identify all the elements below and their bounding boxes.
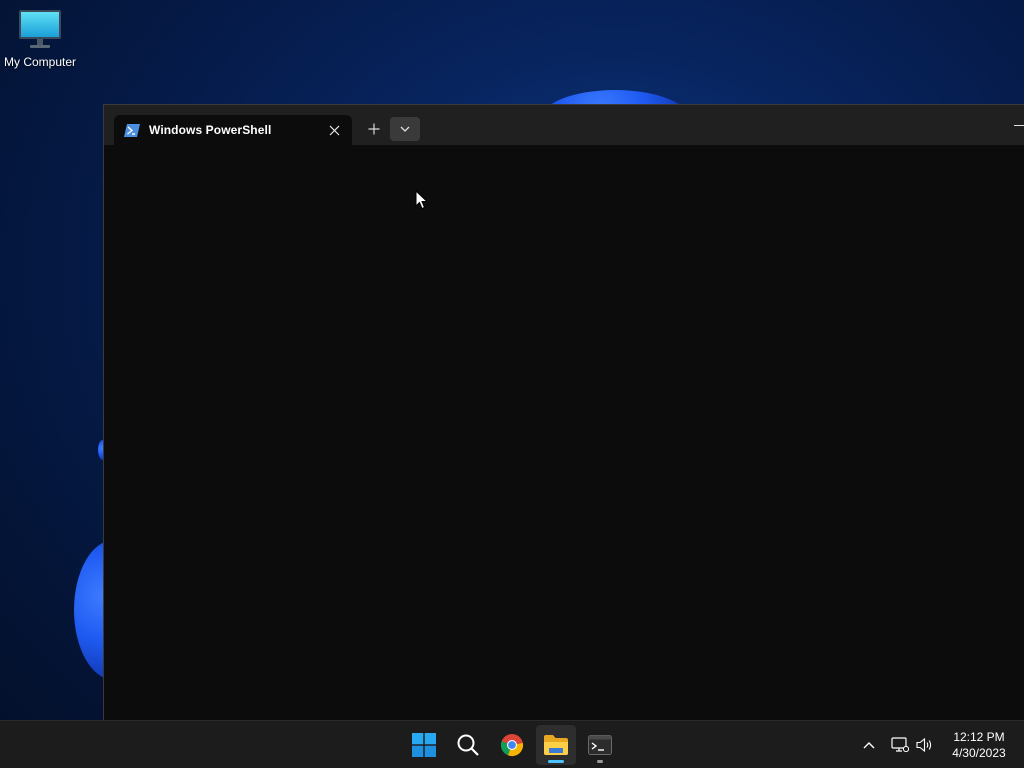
clock-date: 4/30/2023 [952, 746, 1006, 760]
chevron-up-icon [863, 742, 875, 749]
terminal-icon [588, 735, 612, 755]
chevron-down-icon [400, 126, 410, 132]
search-button[interactable] [448, 725, 488, 765]
network-button[interactable] [889, 733, 911, 757]
plus-icon [368, 123, 380, 135]
taskbar: 12:12 PM 4/30/2023 [0, 720, 1024, 768]
search-icon [457, 734, 479, 756]
tab-title: Windows PowerShell [149, 123, 272, 137]
terminal-content[interactable] [104, 145, 1024, 720]
desktop-icon-my-computer[interactable]: My Computer [2, 8, 78, 69]
start-button[interactable] [404, 725, 444, 765]
folder-icon [544, 735, 568, 755]
show-hidden-icons-button[interactable] [858, 733, 880, 757]
running-indicator [597, 760, 603, 763]
desktop-icon-label: My Computer [3, 55, 77, 69]
chrome-button[interactable] [492, 725, 532, 765]
file-explorer-button[interactable] [536, 725, 576, 765]
monitor-icon [19, 10, 61, 48]
active-indicator [548, 760, 564, 763]
chrome-icon [500, 734, 524, 757]
network-icon [891, 737, 909, 753]
powershell-icon [124, 123, 140, 137]
clock-time: 12:12 PM [953, 730, 1005, 744]
clock[interactable]: 12:12 PM 4/30/2023 [944, 729, 1014, 761]
terminal-button[interactable] [580, 725, 620, 765]
tab-windows-powershell[interactable]: Windows PowerShell [114, 115, 352, 145]
mouse-cursor-icon [415, 190, 429, 210]
tab-dropdown-button[interactable] [390, 117, 420, 141]
terminal-window[interactable]: Windows PowerShell [103, 104, 1024, 720]
windows-start-icon [412, 733, 436, 757]
minimize-button[interactable] [1010, 115, 1024, 135]
volume-icon [916, 737, 932, 753]
close-icon [329, 125, 339, 135]
new-tab-button[interactable] [362, 117, 386, 141]
volume-button[interactable] [914, 733, 936, 757]
close-tab-button[interactable] [326, 122, 342, 138]
title-bar[interactable]: Windows PowerShell [104, 105, 1024, 145]
minimize-icon [1014, 124, 1024, 126]
